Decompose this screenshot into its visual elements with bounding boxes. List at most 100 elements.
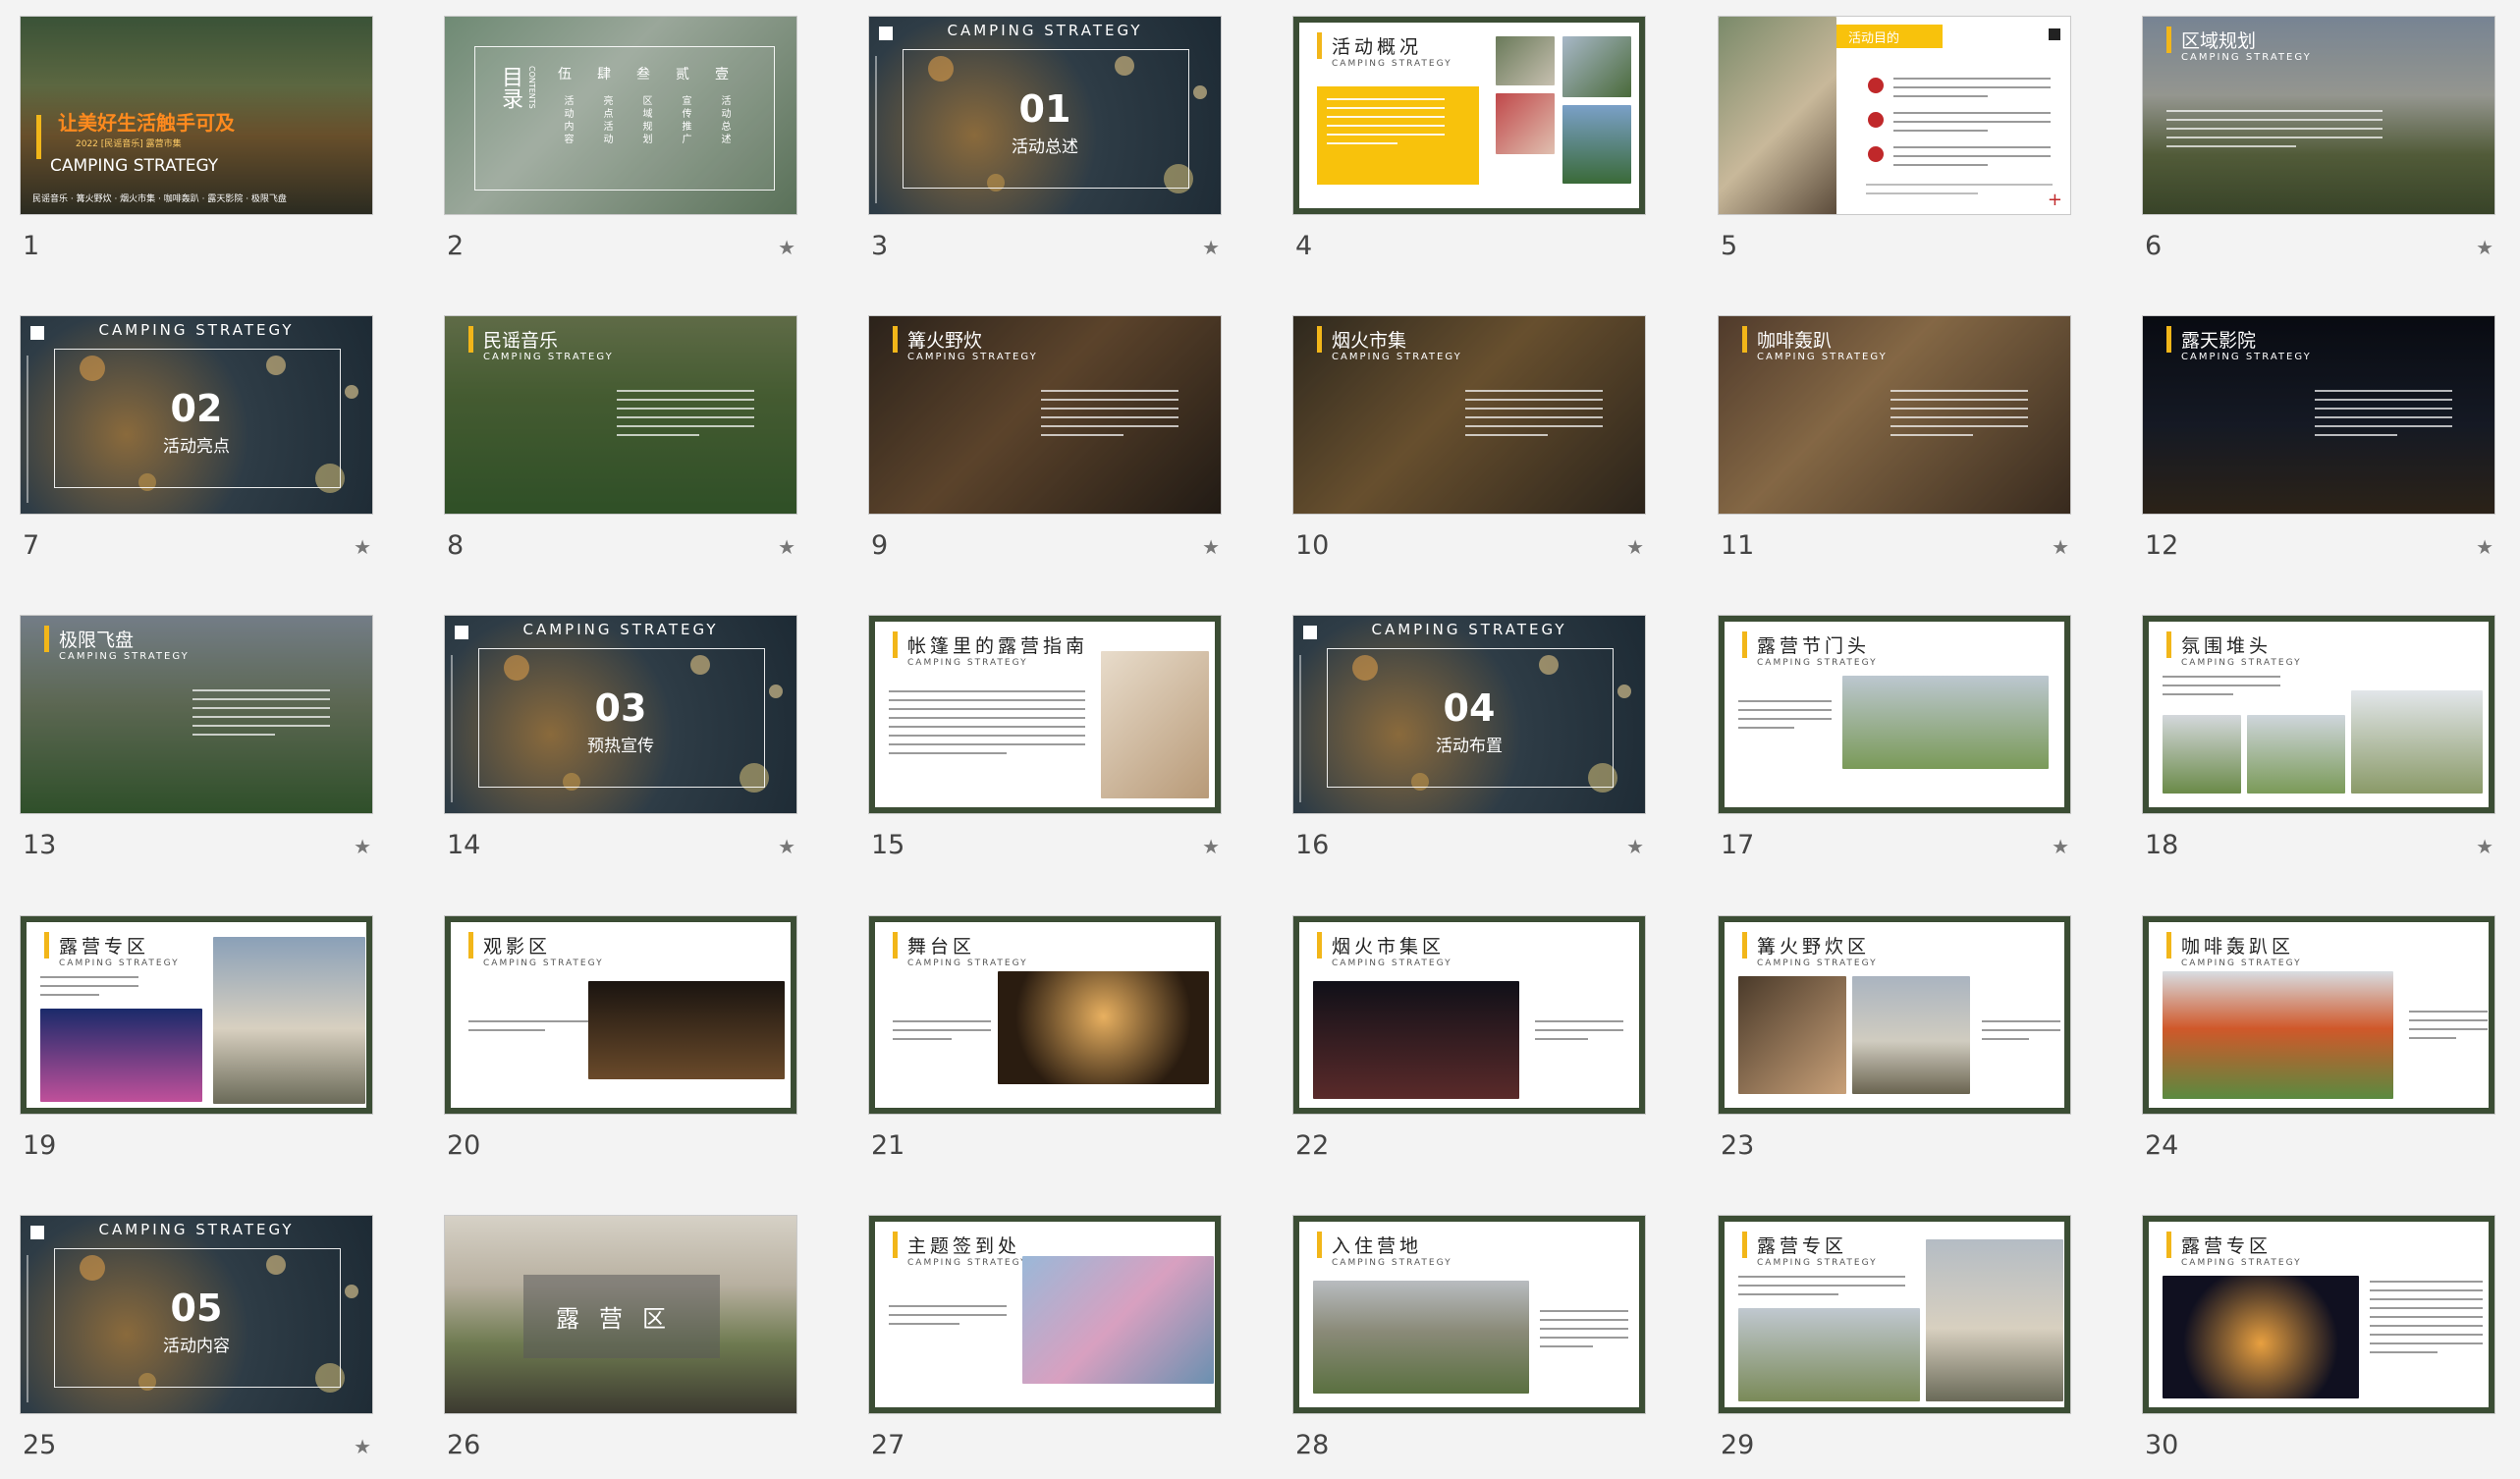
- slide-preview[interactable]: 烟火市集 CAMPING STRATEGY: [1292, 315, 1646, 515]
- slide-thumbnail-cell[interactable]: 民谣音乐 CAMPING STRATEGY 8 ★: [444, 315, 797, 610]
- star-icon[interactable]: ★: [2052, 835, 2069, 858]
- slide-body: 观影区 CAMPING STRATEGY: [451, 922, 791, 1108]
- star-icon[interactable]: ★: [354, 1435, 371, 1458]
- slide-preview[interactable]: 氛围堆头 CAMPING STRATEGY: [2142, 615, 2495, 814]
- star-icon[interactable]: ★: [1626, 835, 1644, 858]
- slide-preview[interactable]: CAMPING STRATEGY 03 预热宣传: [444, 615, 797, 814]
- slide-thumbnail-cell[interactable]: CAMPING STRATEGY 03 预热宣传 14 ★: [444, 615, 797, 909]
- slide-title: 入住营地: [1317, 1232, 1422, 1258]
- slide-preview[interactable]: 帐篷里的露营指南 CAMPING STRATEGY: [868, 615, 1222, 814]
- slide-preview[interactable]: 露营节门头 CAMPING STRATEGY: [1718, 615, 2071, 814]
- star-icon[interactable]: ★: [2476, 835, 2493, 858]
- slide-preview[interactable]: 观影区 CAMPING STRATEGY: [444, 915, 797, 1115]
- slide-thumbnail-cell[interactable]: 舞台区 CAMPING STRATEGY 21: [868, 915, 1222, 1210]
- slide-preview[interactable]: 露营专区 CAMPING STRATEGY: [20, 915, 373, 1115]
- star-icon[interactable]: ★: [354, 535, 371, 559]
- slide-number: 1: [23, 231, 40, 261]
- slide-preview[interactable]: 露营专区 CAMPING STRATEGY: [1718, 1215, 2071, 1414]
- slide-thumbnail-cell[interactable]: 氛围堆头 CAMPING STRATEGY 18 ★: [2142, 615, 2495, 909]
- slide-thumbnail-cell[interactable]: 露营专区 CAMPING STRATEGY 19: [20, 915, 373, 1210]
- slide-thumbnail-cell[interactable]: 露营专区 CAMPING STRATEGY 30: [2142, 1215, 2495, 1479]
- slide-number: 17: [1721, 830, 1755, 860]
- slide-subtitle: CAMPING STRATEGY: [483, 352, 614, 362]
- slide-thumbnail-cell[interactable]: 活动目的 +5: [1718, 16, 2071, 310]
- star-icon[interactable]: ★: [1202, 835, 1220, 858]
- slide-preview[interactable]: 咖啡轰趴 CAMPING STRATEGY: [1718, 315, 2071, 515]
- slide-thumbnail-cell[interactable]: 露营区 26: [444, 1215, 797, 1479]
- star-icon[interactable]: ★: [778, 535, 795, 559]
- slide-preview[interactable]: CAMPING STRATEGY 02 活动亮点: [20, 315, 373, 515]
- slide-thumbnail-cell[interactable]: 咖啡轰趴 CAMPING STRATEGY 11 ★: [1718, 315, 2071, 610]
- slide-preview[interactable]: 区域规划 CAMPING STRATEGY: [2142, 16, 2495, 215]
- slide-thumbnail-cell[interactable]: CAMPING STRATEGY 01 活动总述 3 ★: [868, 16, 1222, 310]
- slide-title: 舞台区: [893, 932, 975, 959]
- slide-thumbnail-cell[interactable]: CAMPING STRATEGY 02 活动亮点 7 ★: [20, 315, 373, 610]
- slide-preview[interactable]: 入住营地 CAMPING STRATEGY: [1292, 1215, 1646, 1414]
- slide-thumbnail-cell[interactable]: 帐篷里的露营指南 CAMPING STRATEGY 15 ★: [868, 615, 1222, 909]
- slide-preview[interactable]: 让美好生活触手可及 2022 [民谣音乐] 露营市集 CAMPING STRATEG…: [20, 16, 373, 215]
- slide-title: 活动概况: [1317, 32, 1422, 59]
- slide-preview[interactable]: 咖啡轰趴区 CAMPING STRATEGY: [2142, 915, 2495, 1115]
- slide-number: 11: [1721, 530, 1755, 561]
- contents-item: 区域规划: [640, 95, 651, 146]
- photo-river: [1562, 105, 1631, 184]
- slide-preview[interactable]: 主题签到处 CAMPING STRATEGY: [868, 1215, 1222, 1414]
- slide-preview[interactable]: 目录 CONTENTS 伍活动内容 肆亮点活动 叁区域规划 贰宣传推广 壹活动总述: [444, 16, 797, 215]
- slide-thumbnail-cell[interactable]: 极限飞盘 CAMPING STRATEGY 13 ★: [20, 615, 373, 909]
- star-icon[interactable]: ★: [2052, 535, 2069, 559]
- text-line: [1327, 98, 1445, 100]
- slide-thumbnail-cell[interactable]: CAMPING STRATEGY 04 活动布置 16 ★: [1292, 615, 1646, 909]
- slide-thumbnail-cell[interactable]: 篝火野炊 CAMPING STRATEGY 9 ★: [868, 315, 1222, 610]
- slide-thumbnail-cell[interactable]: 目录 CONTENTS 伍活动内容 肆亮点活动 叁区域规划 贰宣传推广 壹活动总述 2 ★: [444, 16, 797, 310]
- slide-preview[interactable]: 舞台区 CAMPING STRATEGY: [868, 915, 1222, 1115]
- body-text-lines: [1982, 1020, 2060, 1047]
- slide-preview[interactable]: 极限飞盘 CAMPING STRATEGY: [20, 615, 373, 814]
- title-accent-bar: [36, 115, 41, 159]
- slide-thumbnail-cell[interactable]: 区域规划 CAMPING STRATEGY 6 ★: [2142, 16, 2495, 310]
- slide-number: 19: [23, 1130, 57, 1161]
- slide-thumbnail-cell[interactable]: 咖啡轰趴区 CAMPING STRATEGY 24: [2142, 915, 2495, 1210]
- text-line: [2409, 1037, 2456, 1039]
- photo-tent: [1852, 976, 1970, 1094]
- star-icon[interactable]: ★: [1202, 535, 1220, 559]
- slide-preview[interactable]: 烟火市集区 CAMPING STRATEGY: [1292, 915, 1646, 1115]
- text-line: [40, 985, 138, 987]
- slide-thumbnail-cell[interactable]: 露营节门头 CAMPING STRATEGY 17 ★: [1718, 615, 2071, 909]
- slide-preview[interactable]: 民谣音乐 CAMPING STRATEGY: [444, 315, 797, 515]
- slide-thumbnail-cell[interactable]: 入住营地 CAMPING STRATEGY 28: [1292, 1215, 1646, 1479]
- slide-preview[interactable]: 露天影院 CAMPING STRATEGY: [2142, 315, 2495, 515]
- slide-thumbnail-cell[interactable]: 烟火市集区 CAMPING STRATEGY 22: [1292, 915, 1646, 1210]
- star-icon[interactable]: ★: [354, 835, 371, 858]
- text-line: [2166, 128, 2383, 130]
- slide-preview[interactable]: CAMPING STRATEGY 04 活动布置: [1292, 615, 1646, 814]
- slide-title: 氛围堆头: [2166, 631, 2272, 658]
- slide-preview[interactable]: CAMPING STRATEGY 01 活动总述: [868, 16, 1222, 215]
- slide-preview[interactable]: 活动目的 +: [1718, 16, 2071, 215]
- star-icon[interactable]: ★: [778, 236, 795, 259]
- slide-thumbnail-cell[interactable]: 活动概况 CAMPING STRATEGY 4: [1292, 16, 1646, 310]
- slide-thumbnail-cell[interactable]: 烟火市集 CAMPING STRATEGY 10 ★: [1292, 315, 1646, 610]
- text-line: [1465, 434, 1548, 436]
- star-icon[interactable]: ★: [1626, 535, 1644, 559]
- text-line: [617, 399, 754, 401]
- section-header: CAMPING STRATEGY: [98, 321, 295, 339]
- star-icon[interactable]: ★: [1202, 236, 1220, 259]
- star-icon[interactable]: ★: [778, 835, 795, 858]
- slide-thumbnail-cell[interactable]: 露天影院 CAMPING STRATEGY 12 ★: [2142, 315, 2495, 610]
- slide-preview[interactable]: 露营专区 CAMPING STRATEGY: [2142, 1215, 2495, 1414]
- text-line: [1327, 107, 1445, 109]
- slide-preview[interactable]: 露营区: [444, 1215, 797, 1414]
- slide-preview[interactable]: 活动概况 CAMPING STRATEGY: [1292, 16, 1646, 215]
- slide-thumbnail-cell[interactable]: CAMPING STRATEGY 05 活动内容 25 ★: [20, 1215, 373, 1479]
- text-line: [192, 707, 330, 709]
- slide-thumbnail-cell[interactable]: 观影区 CAMPING STRATEGY 20: [444, 915, 797, 1210]
- slide-thumbnail-cell[interactable]: 让美好生活触手可及 2022 [民谣音乐] 露营市集 CAMPING STRATEG…: [20, 16, 373, 310]
- star-icon[interactable]: ★: [2476, 236, 2493, 259]
- slide-thumbnail-cell[interactable]: 露营专区 CAMPING STRATEGY 29: [1718, 1215, 2071, 1479]
- slide-preview[interactable]: 篝火野炊区 CAMPING STRATEGY: [1718, 915, 2071, 1115]
- slide-preview[interactable]: 篝火野炊 CAMPING STRATEGY: [868, 315, 1222, 515]
- star-icon[interactable]: ★: [2476, 535, 2493, 559]
- slide-preview[interactable]: CAMPING STRATEGY 05 活动内容: [20, 1215, 373, 1414]
- slide-thumbnail-cell[interactable]: 主题签到处 CAMPING STRATEGY 27: [868, 1215, 1222, 1479]
- slide-thumbnail-cell[interactable]: 篝火野炊区 CAMPING STRATEGY 23: [1718, 915, 2071, 1210]
